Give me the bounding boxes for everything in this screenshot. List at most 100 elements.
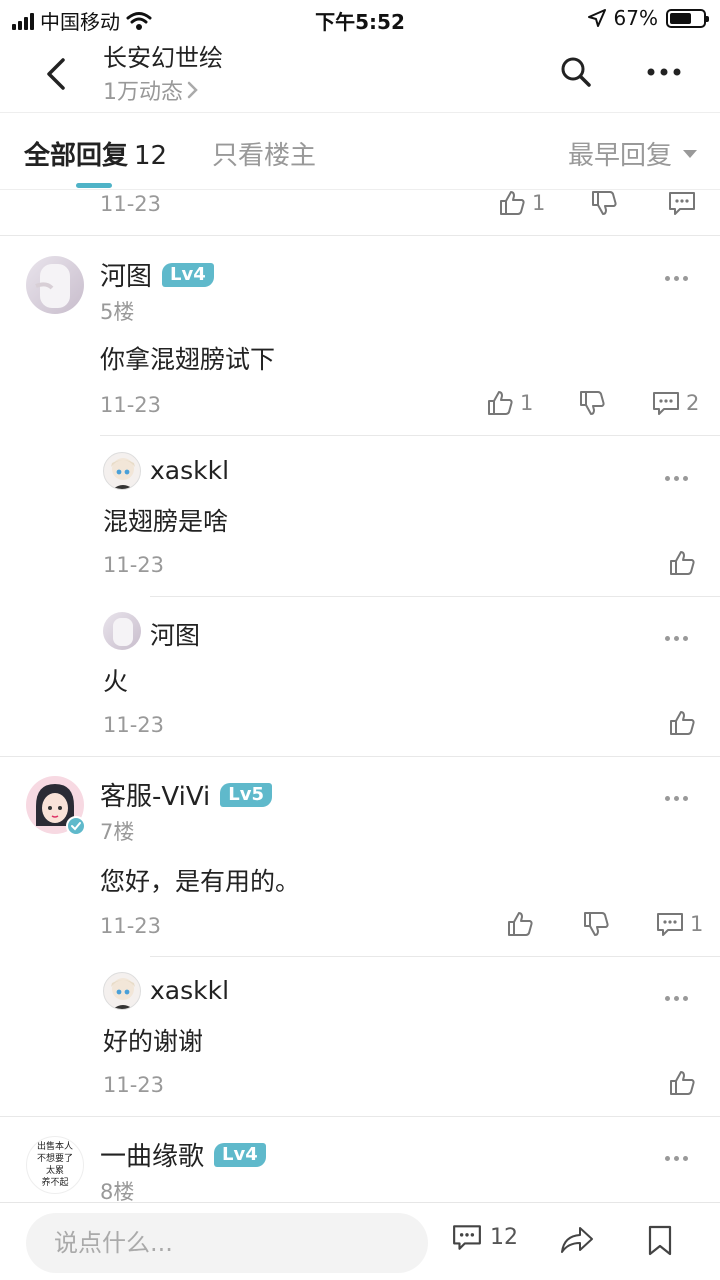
floor-number: 8楼	[100, 1180, 135, 1202]
sort-label: 最早回复	[567, 141, 672, 171]
chevron-left-icon	[47, 58, 65, 90]
share-button[interactable]	[560, 1225, 594, 1259]
dislike-button[interactable]	[590, 190, 618, 216]
avatar-text-line: 不想要了	[36, 1154, 73, 1164]
comment-total: 12	[490, 1224, 518, 1250]
status-right: 67%	[587, 6, 709, 30]
tab-all-replies[interactable]: 全部回复 12	[24, 135, 167, 172]
active-tab-indicator	[76, 183, 112, 188]
avatar[interactable]	[103, 972, 141, 1010]
thumbs-down-icon	[592, 191, 617, 215]
divider	[150, 596, 720, 597]
more-button[interactable]	[644, 52, 684, 92]
reply-date: 11-23	[100, 192, 162, 216]
more-options-button[interactable]	[658, 628, 694, 648]
avatar-image	[35, 264, 70, 308]
forum-subtitle[interactable]: 1万动态	[103, 74, 199, 106]
bottom-action-bar: 说点什么... 12	[0, 1202, 720, 1280]
reply-text: 您好，是有用的。	[100, 867, 301, 896]
reply-date: 11-23	[103, 1073, 165, 1097]
avatar-text-line: 太累	[45, 1166, 64, 1176]
username[interactable]: xaskkl	[150, 976, 229, 1005]
comment-icon	[657, 913, 683, 936]
divider	[150, 956, 720, 957]
battery-percent: 67%	[613, 6, 658, 30]
thumbs-up-icon	[500, 191, 525, 215]
floor-number: 5楼	[100, 300, 135, 324]
divider	[0, 756, 720, 757]
like-button[interactable]	[668, 710, 696, 736]
location-arrow-icon	[587, 9, 606, 27]
username-text: 一曲缘歌	[100, 1142, 205, 1172]
comment-button[interactable]: 1	[656, 911, 703, 937]
thumbs-up-icon	[670, 1071, 695, 1095]
more-icon	[647, 68, 681, 76]
avatar-image	[111, 458, 135, 489]
reply-date: 11-23	[103, 713, 165, 737]
divider	[0, 1116, 720, 1117]
divider	[100, 435, 720, 436]
more-options-button[interactable]	[658, 788, 694, 808]
caret-down-icon	[683, 149, 697, 158]
avatar-image	[113, 618, 133, 646]
username[interactable]: 河图	[150, 616, 200, 652]
username[interactable]: 河图 Lv4	[100, 256, 214, 293]
dislike-button[interactable]	[578, 390, 606, 416]
verified-badge-icon	[66, 816, 86, 836]
like-count: 1	[532, 191, 546, 215]
like-button[interactable]: 1	[486, 390, 533, 416]
thumbs-up-icon	[508, 912, 533, 936]
avatar[interactable]	[26, 256, 84, 314]
like-button[interactable]	[668, 550, 696, 576]
bookmark-icon	[648, 1225, 672, 1256]
tab-all-count: 12	[134, 141, 168, 171]
avatar[interactable]	[103, 612, 141, 650]
comment-icon	[669, 192, 695, 215]
floor-number: 7楼	[100, 820, 135, 844]
dislike-button[interactable]	[582, 911, 610, 937]
comment-button[interactable]	[668, 190, 696, 216]
battery-level-fill	[670, 12, 692, 24]
thumbs-up-icon	[488, 391, 513, 415]
reply-text: 混翅膀是啥	[103, 507, 229, 536]
bookmark-button[interactable]	[646, 1225, 674, 1261]
more-options-button[interactable]	[658, 988, 694, 1008]
comment-icon	[453, 1225, 481, 1250]
like-button[interactable]	[668, 1070, 696, 1096]
sort-dropdown[interactable]: 最早回复	[568, 135, 698, 172]
thumbs-up-icon	[670, 711, 695, 735]
like-count: 1	[520, 391, 534, 415]
share-icon	[561, 1227, 593, 1253]
forum-title[interactable]: 长安幻世绘	[103, 38, 223, 73]
reply-footer-partial: 11-23 1	[0, 190, 720, 236]
more-options-button[interactable]	[658, 1148, 694, 1168]
reply-date: 11-23	[100, 393, 162, 417]
reply-text: 好的谢谢	[103, 1027, 204, 1056]
username[interactable]: 一曲缘歌 Lv4	[100, 1136, 266, 1173]
tab-op-only[interactable]: 只看楼主	[212, 135, 316, 172]
avatar[interactable]	[103, 452, 141, 490]
thumbs-down-icon	[580, 391, 605, 415]
avatar-image	[111, 978, 135, 1009]
like-button[interactable]: 1	[498, 190, 545, 216]
reply-list: 11-23 1 河图 Lv4 5楼 你拿混翅膀试下 11-23 1 2 xaskk…	[0, 190, 720, 1202]
comment-count: 1	[690, 912, 704, 936]
search-icon	[561, 57, 591, 87]
divider	[0, 235, 720, 236]
username[interactable]: 客服-ViVi Lv5	[100, 776, 272, 813]
tab-all-label: 全部回复	[24, 141, 129, 171]
comment-button[interactable]: 2	[652, 390, 699, 416]
avatar[interactable]: 出售本人 不想要了 太累 养不起	[26, 1136, 84, 1194]
back-button[interactable]	[36, 54, 76, 94]
level-badge: Lv4	[162, 262, 214, 287]
reply-filter-bar: 全部回复 12 只看楼主 最早回复	[0, 112, 720, 190]
status-bar: 中国移动 下午5:52 67%	[0, 0, 720, 36]
comments-button[interactable]: 12	[452, 1223, 518, 1251]
reply-input[interactable]: 说点什么...	[26, 1213, 428, 1273]
more-options-button[interactable]	[658, 468, 694, 488]
more-options-button[interactable]	[658, 268, 694, 288]
avatar-text-line: 出售本人	[36, 1142, 73, 1152]
search-button[interactable]	[556, 52, 596, 92]
username[interactable]: xaskkl	[150, 456, 229, 485]
like-button[interactable]	[506, 911, 534, 937]
